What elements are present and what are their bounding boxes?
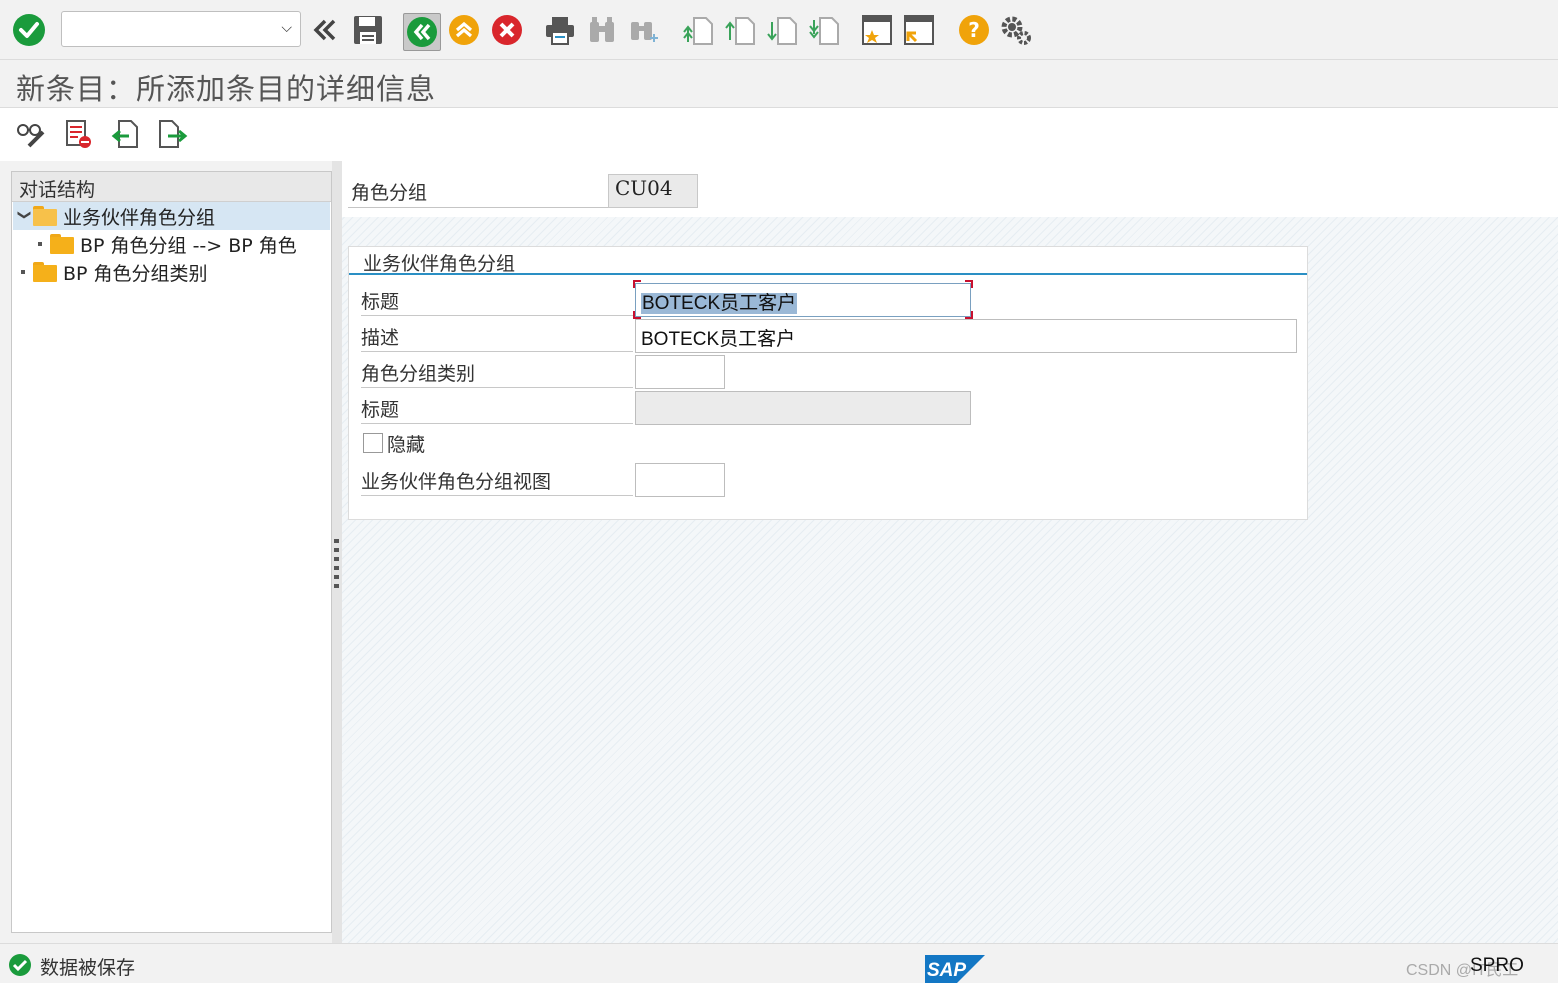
exit-icon[interactable] bbox=[446, 12, 482, 48]
detail-area: 角色分组 CU04 业务伙伴角色分组 标题 BOTECK员工客户 描述 BOTE… bbox=[342, 161, 1558, 943]
group-title: 业务伙伴角色分组 bbox=[349, 247, 1307, 275]
tree-node-label: BP 角色分组类别 bbox=[63, 262, 208, 285]
system-toolbar: ⌵ ? bbox=[0, 0, 1558, 60]
command-field[interactable]: ⌵ bbox=[61, 11, 301, 47]
previous-entry-icon[interactable] bbox=[108, 117, 142, 151]
status-message[interactable]: 数据被保存 bbox=[40, 953, 135, 980]
tree-node-label: BP 角色分组 --> BP 角色 bbox=[80, 234, 297, 257]
title-bar: 新条目：所添加条目的详细信息 bbox=[0, 60, 1558, 108]
category-title-label: 标题 bbox=[361, 391, 633, 424]
title-label: 标题 bbox=[361, 283, 633, 316]
dialog-structure-panel: 对话结构 ❯ 业务伙伴角色分组 BP 角色分组 --> BP 角色 BP 角色分… bbox=[0, 161, 342, 943]
title-input-value: BOTECK员工客户 bbox=[641, 293, 798, 314]
tree-node-role-grouping[interactable]: ❯ 业务伙伴角色分组 bbox=[13, 202, 330, 230]
folder-icon bbox=[33, 262, 59, 282]
category-label: 角色分组类别 bbox=[361, 355, 633, 388]
chevron-down-icon[interactable]: ❯ bbox=[17, 209, 32, 223]
splitter-grip-icon[interactable] bbox=[334, 539, 339, 589]
application-toolbar bbox=[0, 109, 1558, 161]
delete-icon[interactable] bbox=[61, 117, 95, 151]
bullet-icon bbox=[38, 242, 42, 246]
shortcut-icon[interactable] bbox=[901, 12, 937, 48]
folder-icon bbox=[50, 234, 76, 254]
description-label: 描述 bbox=[361, 319, 633, 352]
title-input[interactable]: BOTECK员工客户 bbox=[635, 283, 971, 317]
previous-page-icon[interactable] bbox=[722, 12, 758, 48]
new-session-icon[interactable] bbox=[859, 12, 895, 48]
focus-corner bbox=[633, 311, 641, 319]
category-input[interactable] bbox=[635, 355, 725, 389]
find-next-icon[interactable] bbox=[626, 12, 662, 48]
tree-node-role-grouping-category[interactable]: BP 角色分组类别 bbox=[21, 258, 208, 286]
description-input[interactable]: BOTECK员工客户 bbox=[635, 319, 1297, 353]
dialog-structure-tree: 对话结构 ❯ 业务伙伴角色分组 BP 角色分组 --> BP 角色 BP 角色分… bbox=[11, 171, 332, 933]
help-icon[interactable]: ? bbox=[956, 12, 992, 48]
svg-text:?: ? bbox=[968, 18, 980, 42]
tree-header: 对话结构 bbox=[12, 172, 331, 202]
tree-node-label: 业务伙伴角色分组 bbox=[63, 206, 216, 229]
page-title: 新条目：所添加条目的详细信息 bbox=[16, 72, 437, 106]
display-change-icon[interactable] bbox=[14, 117, 48, 151]
next-entry-icon[interactable] bbox=[155, 117, 189, 151]
header-form: 角色分组 CU04 bbox=[342, 161, 1558, 217]
bullet-icon bbox=[21, 270, 25, 274]
tree-node-role-grouping-to-role[interactable]: BP 角色分组 --> BP 角色 bbox=[38, 230, 297, 258]
first-page-icon[interactable] bbox=[680, 12, 716, 48]
back-double-chevron-icon[interactable] bbox=[306, 12, 342, 48]
svg-text:SAP: SAP bbox=[927, 960, 966, 981]
transaction-code: SPRO bbox=[1470, 955, 1524, 976]
last-page-icon[interactable] bbox=[806, 12, 842, 48]
view-input[interactable] bbox=[635, 463, 725, 497]
save-icon[interactable] bbox=[350, 12, 386, 48]
focus-corner bbox=[965, 311, 973, 319]
chevron-down-icon[interactable]: ⌵ bbox=[281, 20, 292, 36]
find-icon[interactable] bbox=[584, 12, 620, 48]
role-grouping-value: CU04 bbox=[608, 174, 698, 208]
status-bar: 数据被保存 SAP CSDN @IT民工 SPRO bbox=[0, 943, 1558, 983]
role-grouping-label: 角色分组 bbox=[348, 175, 608, 208]
print-icon[interactable] bbox=[542, 12, 578, 48]
command-input[interactable] bbox=[68, 12, 268, 44]
hidden-checkbox[interactable] bbox=[363, 433, 383, 453]
next-page-icon[interactable] bbox=[764, 12, 800, 48]
cancel-icon[interactable] bbox=[489, 12, 525, 48]
sap-logo-icon: SAP bbox=[925, 955, 985, 983]
hidden-label: 隐藏 bbox=[387, 434, 426, 456]
category-title-field bbox=[635, 391, 971, 425]
role-grouping-group: 业务伙伴角色分组 标题 BOTECK员工客户 描述 BOTECK员工客户 角色分… bbox=[348, 246, 1308, 520]
focus-corner bbox=[633, 280, 641, 288]
folder-open-icon bbox=[33, 206, 59, 226]
view-label: 业务伙伴角色分组视图 bbox=[361, 463, 633, 496]
back-icon[interactable] bbox=[403, 13, 441, 51]
panel-splitter[interactable] bbox=[332, 161, 342, 943]
focus-corner bbox=[965, 280, 973, 288]
settings-icon[interactable] bbox=[998, 12, 1034, 48]
success-icon bbox=[8, 953, 32, 981]
enter-icon[interactable] bbox=[11, 12, 47, 48]
